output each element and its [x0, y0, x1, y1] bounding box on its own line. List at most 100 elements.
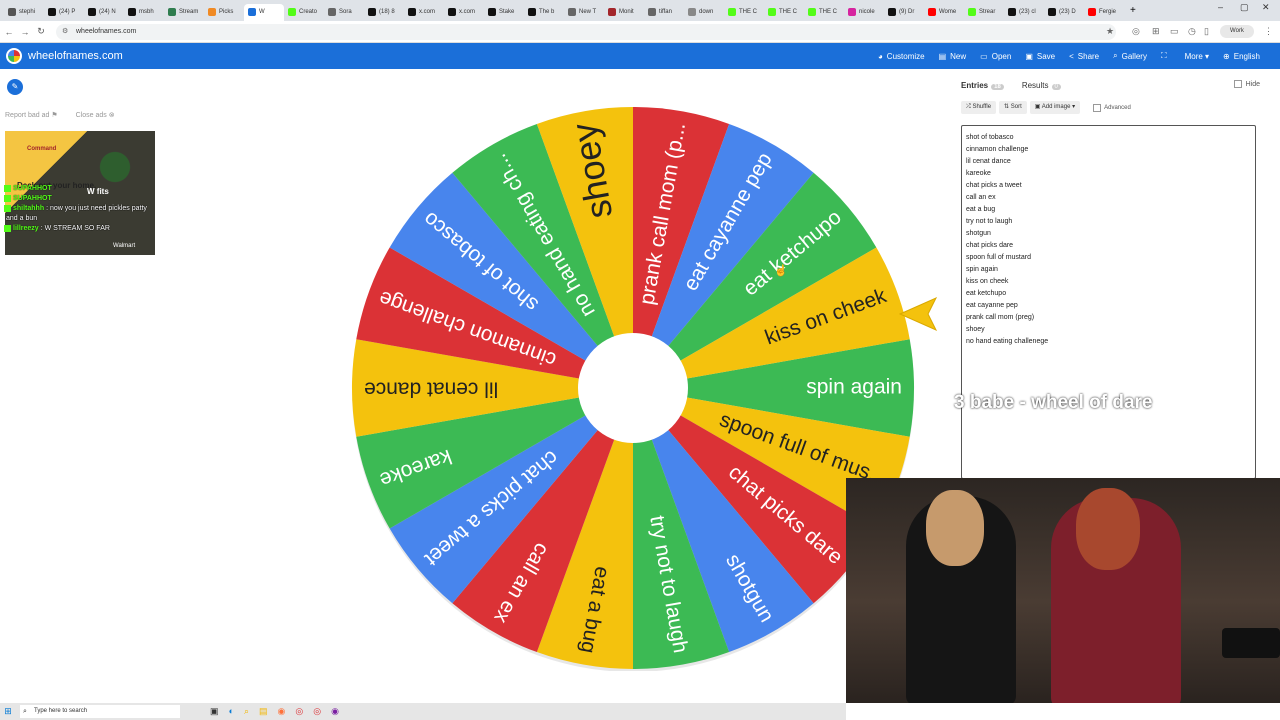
- hide-toggle[interactable]: Hide: [1233, 80, 1260, 88]
- browser-tab[interactable]: (24) N: [84, 4, 124, 21]
- task-view-icon[interactable]: ▣: [210, 706, 219, 717]
- advanced-checkbox[interactable]: [1093, 103, 1102, 112]
- extension-icon[interactable]: ◎: [1132, 26, 1140, 37]
- sort-button[interactable]: ⇅ Sort: [999, 101, 1027, 114]
- tab-label: Picks: [219, 9, 234, 15]
- menu-item-customize[interactable]: ◕ Customize: [878, 52, 925, 61]
- address-bar[interactable]: ⚙ wheelofnames.com: [56, 24, 1116, 40]
- menu-item-gallery[interactable]: ⌕ Gallery: [1113, 51, 1147, 61]
- extensions-icon[interactable]: ⊞: [1152, 26, 1160, 37]
- new-tab-icon[interactable]: +: [1130, 5, 1136, 16]
- entry-line: kiss on cheek: [966, 278, 1009, 285]
- files-icon[interactable]: ▤: [259, 706, 268, 717]
- microphone-image: [1222, 628, 1280, 658]
- taskbar-search[interactable]: ⌕ Type here to search: [20, 705, 180, 718]
- tab-label: x.com: [419, 9, 436, 15]
- add-image-button[interactable]: ▣ Add image ▾: [1029, 101, 1081, 114]
- shuffle-button[interactable]: ⤮ Shuffle: [961, 101, 997, 114]
- menu-item-label: English: [1233, 51, 1260, 61]
- sidebar-icon[interactable]: ▯: [1204, 26, 1209, 37]
- edge-icon[interactable]: ◐: [229, 706, 234, 717]
- hide-checkbox[interactable]: [1233, 80, 1242, 88]
- wheel-center[interactable]: [578, 333, 688, 443]
- cast-icon[interactable]: ▭: [1170, 26, 1179, 37]
- tab-label: THE C: [819, 9, 837, 15]
- browser-tab[interactable]: x.com: [444, 4, 484, 21]
- browser-tab[interactable]: New T: [564, 4, 604, 21]
- wheel-container[interactable]: spin again spoon full of mus... chat picks…: [350, 105, 916, 672]
- browser-tab[interactable]: down: [684, 4, 724, 21]
- site-info-icon[interactable]: ⚙: [62, 24, 68, 40]
- mouse-cursor-icon: ☝: [774, 265, 788, 277]
- report-ad-link[interactable]: Report bad ad ⚑: [5, 111, 58, 119]
- browser-tab[interactable]: x.com: [404, 4, 444, 21]
- firefox-icon[interactable]: ◉: [278, 706, 286, 717]
- advanced-label: Advanced: [1104, 104, 1131, 111]
- browser-tab[interactable]: Fergie: [1084, 4, 1124, 21]
- browser-tab[interactable]: Stream: [164, 4, 204, 21]
- menu-item-share[interactable]: < Share: [1069, 52, 1099, 61]
- menu-item-fullscreen[interactable]: ⛶: [1161, 51, 1171, 61]
- browser-tab[interactable]: THE C: [724, 4, 764, 21]
- browser-tab[interactable]: W: [244, 3, 284, 21]
- browser-tab[interactable]: (24) P: [44, 4, 84, 21]
- results-count-badge: 0: [1051, 83, 1061, 90]
- minimize-icon[interactable]: –: [1218, 2, 1223, 12]
- chrome-icon[interactable]: ◎: [295, 706, 303, 717]
- browser-tab[interactable]: THE C: [804, 4, 844, 21]
- reload-icon[interactable]: ↻: [34, 26, 48, 37]
- browser-tab[interactable]: Picks: [204, 4, 244, 21]
- chrome-2-icon[interactable]: ◎: [313, 706, 321, 717]
- menu-item-open[interactable]: ▭ Open: [980, 52, 1011, 61]
- entries-textarea[interactable]: shot of tobasco cinnamon challenge lil cen…: [961, 125, 1256, 479]
- menu-item-new[interactable]: ▤ New: [939, 52, 967, 61]
- browser-tab[interactable]: Monit: [604, 4, 644, 21]
- tab-results[interactable]: Results 0: [1022, 81, 1061, 90]
- wheel-logo-icon[interactable]: [6, 48, 22, 64]
- browser-tab[interactable]: Stake: [484, 4, 524, 21]
- close-ads-link[interactable]: Close ads ⊗: [76, 111, 115, 119]
- browser-tab[interactable]: Sora: [324, 4, 364, 21]
- maximize-icon[interactable]: ▢: [1240, 2, 1249, 13]
- tab-favicon-icon: [248, 8, 256, 16]
- bookmark-star-icon[interactable]: ★: [1106, 26, 1114, 37]
- back-icon[interactable]: ←: [2, 27, 16, 37]
- browser-tab[interactable]: (23) cl: [1004, 4, 1044, 21]
- name-wheel[interactable]: spin againspoon full of mus...chat picks…: [350, 105, 916, 672]
- browser-tab[interactable]: stephi: [4, 4, 44, 21]
- tab-favicon-icon: [8, 8, 16, 16]
- close-window-icon[interactable]: ✕: [1262, 2, 1270, 13]
- windows-start-icon[interactable]: ⊞: [0, 706, 16, 717]
- url-text: wheelofnames.com: [76, 28, 137, 35]
- browser-tab[interactable]: msbh: [124, 4, 164, 21]
- site-brand[interactable]: wheelofnames.com: [28, 50, 123, 62]
- browser-tab[interactable]: nicole: [844, 4, 884, 21]
- browser-menu-icon[interactable]: ⋮: [1264, 26, 1273, 37]
- browser-tab[interactable]: (18) 8: [364, 4, 404, 21]
- menu-item-save[interactable]: ▣ Save: [1025, 52, 1055, 61]
- tab-favicon-icon: [168, 8, 176, 16]
- browser-tab[interactable]: (9) Dr: [884, 4, 924, 21]
- search-app-icon[interactable]: ⌕: [244, 706, 249, 717]
- browser-tab[interactable]: The b: [524, 4, 564, 21]
- menu-item-english[interactable]: ⊕ English: [1223, 52, 1260, 61]
- menu-item-label: Share: [1077, 51, 1100, 61]
- menu-item-more[interactable]: More ▾: [1185, 52, 1209, 61]
- browser-tab[interactable]: tiffan: [644, 4, 684, 21]
- obs-icon[interactable]: ◉: [331, 706, 339, 717]
- forward-icon[interactable]: →: [18, 27, 32, 37]
- stream-chat-overlay: SUPAHHOT SUPAHHOT shiltahhh: now you just …: [4, 184, 147, 234]
- browser-tab[interactable]: THE C: [764, 4, 804, 21]
- edit-pencil-button[interactable]: ✎: [7, 79, 23, 95]
- history-icon[interactable]: ◷: [1188, 26, 1196, 37]
- browser-tab[interactable]: (23) D: [1044, 4, 1084, 21]
- browser-tab[interactable]: Strear: [964, 4, 1004, 21]
- tab-entries[interactable]: Entries 18: [961, 81, 1004, 90]
- chat-username: SUPAHHOT: [13, 195, 52, 202]
- browser-toolbar: ← → ↻ ⚙ wheelofnames.com: [0, 21, 1280, 43]
- advanced-toggle[interactable]: Advanced: [1093, 103, 1131, 112]
- wheel-segment-label: spin again: [806, 376, 902, 399]
- browser-tab[interactable]: Creato: [284, 4, 324, 21]
- browser-tab[interactable]: Wome: [924, 4, 964, 21]
- profile-button[interactable]: Work: [1220, 25, 1254, 38]
